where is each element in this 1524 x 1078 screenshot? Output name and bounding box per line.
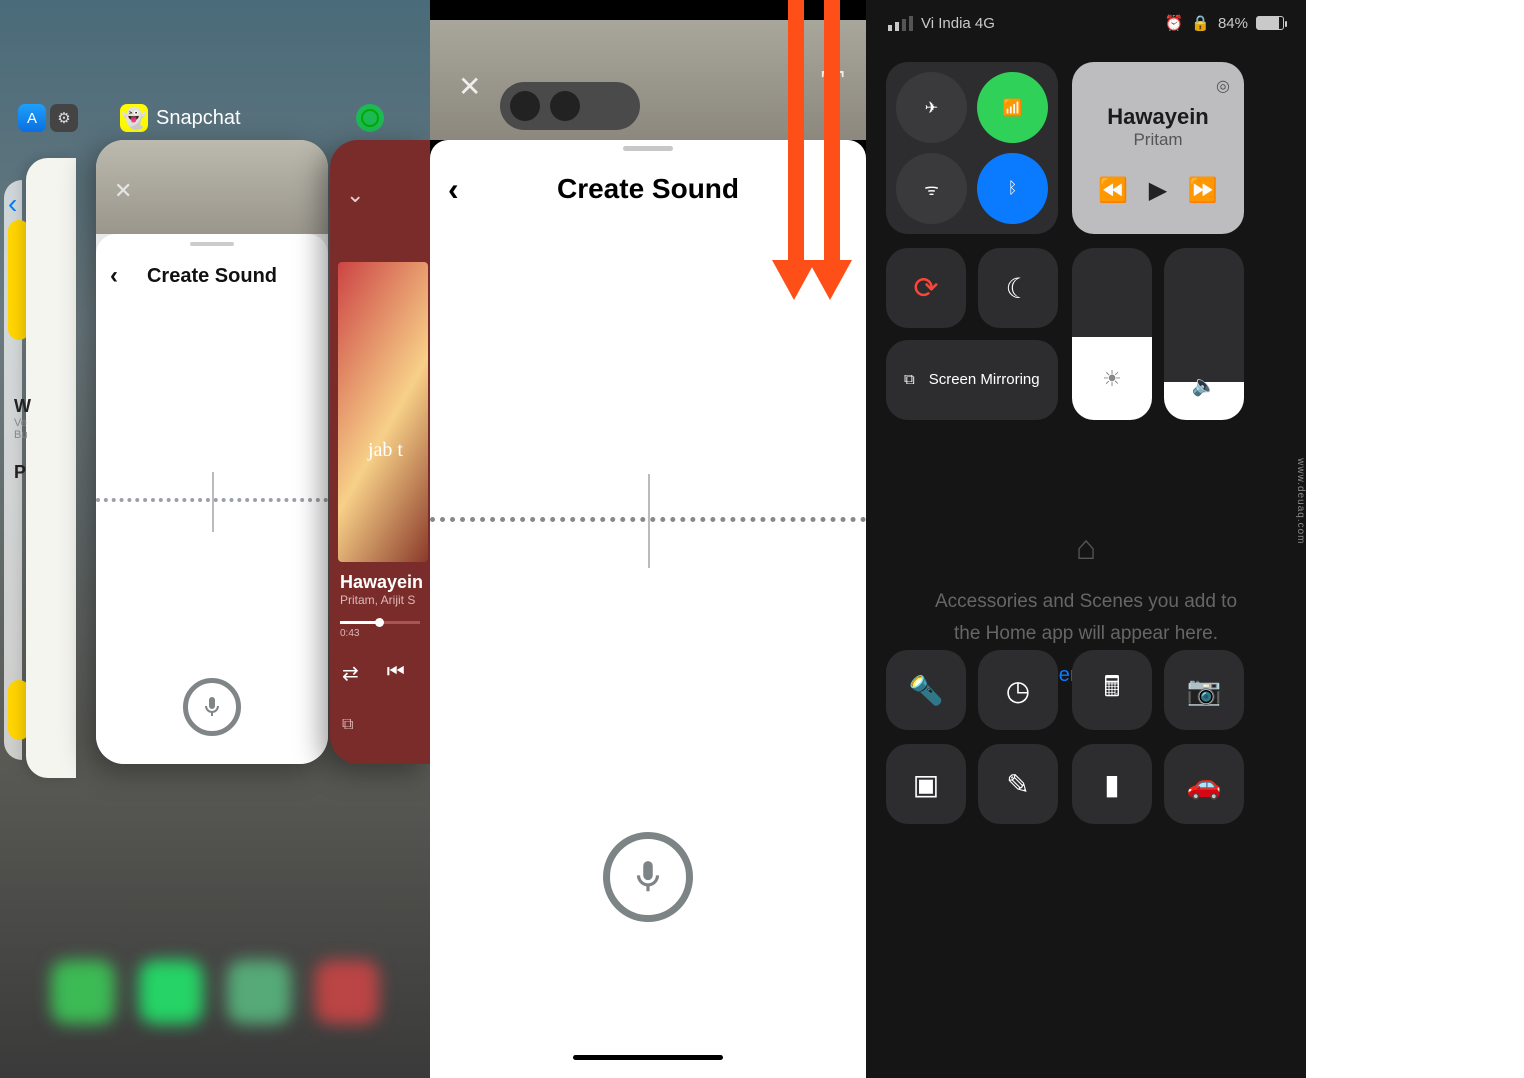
album-art <box>338 262 428 562</box>
control-center-screenshot: Vi India 4G ⏰ 🔒 84% ✈ 📶 ᯤ ᛒ ◎ Hawayein P… <box>866 0 1306 1078</box>
shuffle-icon[interactable]: ⇄ <box>342 661 359 686</box>
watermark: www.deuaq.com <box>1295 458 1306 544</box>
page-margin <box>1306 0 1524 1078</box>
play-icon[interactable]: ▶ <box>1149 176 1167 205</box>
waveform-area <box>430 337 866 697</box>
snapchat-icon: 👻 <box>120 104 148 132</box>
battery-icon <box>1256 16 1284 30</box>
home-dock-blurred <box>0 960 430 1048</box>
rewind-icon[interactable]: ⏪ <box>1098 176 1128 205</box>
annotation-arrow <box>822 0 842 300</box>
alarm-icon: ⏰ <box>1165 14 1184 32</box>
flashlight-tile[interactable]: 🔦 <box>886 650 966 730</box>
orientation-lock-tile[interactable]: ⟳ <box>886 248 966 328</box>
music-playback-tile[interactable]: ◎ Hawayein Pritam ⏪ ▶ ⏩ <box>1072 62 1244 234</box>
sheet-grabber[interactable] <box>623 146 673 151</box>
progress-bar[interactable] <box>340 621 420 624</box>
orientation-lock-icon: 🔒 <box>1191 14 1210 32</box>
app-switcher-screenshot: A ⚙ 👻 Snapchat W Ve Bu P ✕ ‹ Create Soun… <box>0 0 430 1078</box>
cellular-signal-icon <box>888 16 913 31</box>
app-switcher-snapchat-card[interactable]: ✕ ‹ Create Sound <box>96 140 328 764</box>
volume-slider[interactable]: 🔈 <box>1164 248 1244 420</box>
do-not-disturb-tile[interactable]: ☾ <box>978 248 1058 328</box>
appstore-icon: A <box>18 104 46 132</box>
screen-mirroring-icon: ⧉ <box>904 371 915 389</box>
settings-icon: ⚙ <box>50 104 78 132</box>
volume-icon: 🔈 <box>1192 373 1217 398</box>
now-playing-artist: Pritam <box>1088 130 1228 150</box>
screen-mirroring-label: Screen Mirroring <box>929 371 1040 389</box>
home-indicator[interactable] <box>573 1055 723 1060</box>
airplay-icon[interactable]: ◎ <box>1216 76 1230 96</box>
snapchat-create-sound-screenshot: ✕ T ‹ Create Sound <box>430 0 866 1078</box>
close-icon[interactable]: ✕ <box>114 178 132 204</box>
cellular-data-toggle[interactable]: 📶 <box>977 72 1048 143</box>
timer-tile[interactable]: ◷ <box>978 650 1058 730</box>
apple-tv-remote-tile[interactable]: ▮ <box>1072 744 1152 824</box>
brightness-slider[interactable]: ☀ <box>1072 248 1152 420</box>
airplane-mode-toggle[interactable]: ✈ <box>896 72 967 143</box>
chevron-down-icon[interactable]: ⌄ <box>330 140 430 208</box>
home-icon: ⌂ <box>866 520 1306 578</box>
sheet-title: Create Sound <box>96 265 328 288</box>
waveform-cursor <box>648 474 650 568</box>
screen-mirroring-tile[interactable]: ⧉ Screen Mirroring <box>886 340 1058 420</box>
app-switcher-snapchat-label: 👻 Snapchat <box>120 104 241 132</box>
app-switcher-spotify-card[interactable]: ⌄ Hawayein Pritam, Arijit S 0:43 ⇄ ⏮ ⧉ <box>330 140 430 764</box>
battery-percent: 84% <box>1218 15 1248 32</box>
previous-icon[interactable]: ⏮ <box>387 661 405 686</box>
carrier-label: Vi India 4G <box>921 15 995 32</box>
bluetooth-toggle[interactable]: ᛒ <box>977 153 1048 224</box>
record-button[interactable] <box>183 678 241 736</box>
spotify-artist: Pritam, Arijit S <box>340 593 430 607</box>
spotify-icon <box>356 104 384 132</box>
app-title: Snapchat <box>156 107 241 130</box>
connectivity-tile[interactable]: ✈ 📶 ᯤ ᛒ <box>886 62 1058 234</box>
carplay-tile[interactable]: 🚗 <box>1164 744 1244 824</box>
calculator-tile[interactable]: 🖩 <box>1072 650 1152 730</box>
waveform-area <box>96 368 328 628</box>
devices-icon[interactable]: ⧉ <box>330 686 430 734</box>
stacked-card-2[interactable] <box>26 158 76 778</box>
phone-camera-blur <box>500 82 640 130</box>
create-sound-sheet: ‹ Create Sound <box>96 234 328 764</box>
wifi-toggle[interactable]: ᯤ <box>896 153 967 224</box>
camera-tile[interactable]: 📷 <box>1164 650 1244 730</box>
close-icon[interactable]: ✕ <box>458 70 481 103</box>
record-button[interactable] <box>603 832 693 922</box>
notes-tile[interactable]: ✎ <box>978 744 1058 824</box>
back-button[interactable]: ‹ <box>448 171 459 208</box>
spotify-song-title: Hawayein <box>340 572 430 593</box>
camera-preview: ✕ <box>96 140 328 234</box>
status-bar: Vi India 4G ⏰ 🔒 84% <box>888 14 1284 32</box>
waveform-cursor <box>212 472 214 532</box>
forward-icon[interactable]: ⏩ <box>1188 176 1218 205</box>
now-playing-song: Hawayein <box>1088 104 1228 130</box>
annotation-arrow <box>786 0 806 300</box>
stacked-card-text: W Ve Bu P <box>14 396 31 483</box>
brightness-icon: ☀ <box>1102 366 1122 392</box>
sheet-grabber[interactable] <box>190 242 234 246</box>
qr-scanner-tile[interactable]: ▣ <box>886 744 966 824</box>
